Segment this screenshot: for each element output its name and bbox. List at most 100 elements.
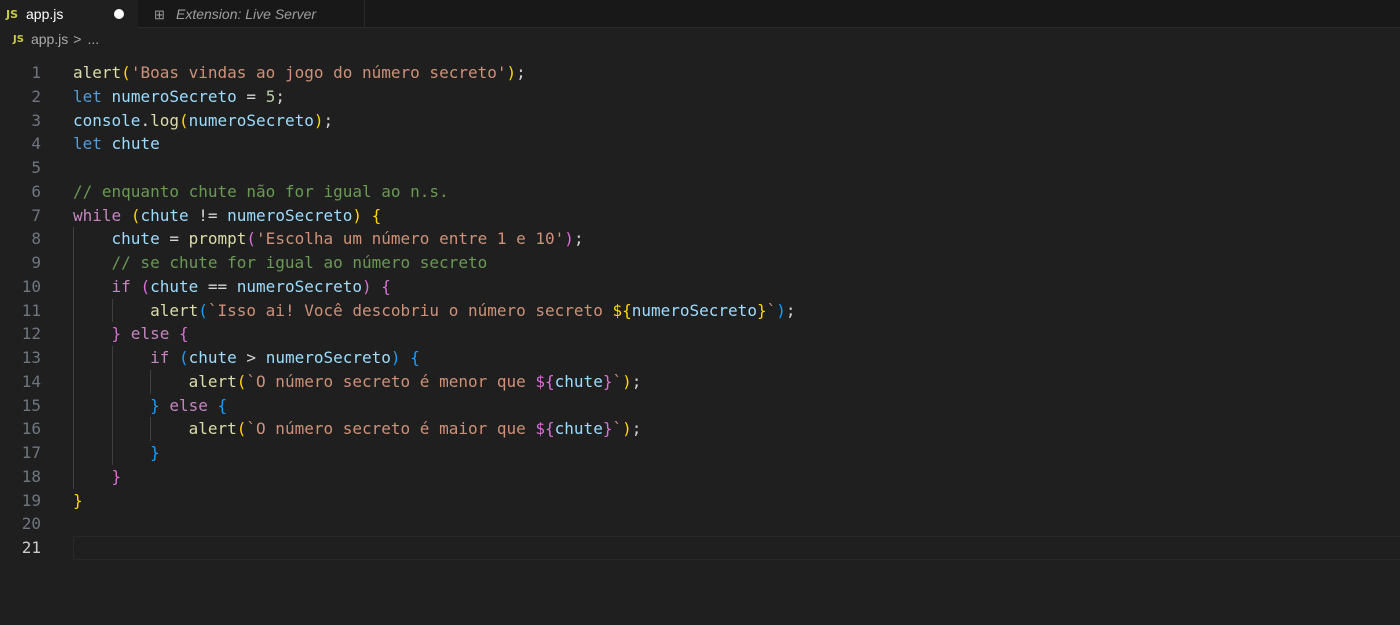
line-number: 21 <box>21 538 41 557</box>
code-token: else <box>159 395 218 415</box>
code-line[interactable]: 19} <box>0 489 1400 513</box>
code-line[interactable]: 18 } <box>0 464 1400 489</box>
code-token: ) <box>313 110 324 130</box>
code-line[interactable]: 11 alert(`Isso ai! Você descobriu o núme… <box>0 298 1400 323</box>
code-token: ) <box>622 419 632 439</box>
line-number: 5 <box>31 158 41 177</box>
line-number: 17 <box>21 443 41 462</box>
code-text: alert('Boas vindas ao jogo do número sec… <box>73 61 526 85</box>
code-token: chute <box>554 419 603 439</box>
tab-app-js[interactable]: JS app.js <box>0 0 138 28</box>
code-token: ; <box>323 110 334 130</box>
code-token: { <box>371 205 382 225</box>
code-line[interactable]: 15 } else { <box>0 393 1400 418</box>
code-token: } <box>111 324 122 344</box>
code-token: ) <box>622 371 632 391</box>
code-line[interactable]: 13 if (chute > numeroSecreto) { <box>0 346 1400 370</box>
code-token: } <box>150 443 160 462</box>
breadcrumb-more[interactable]: ... <box>87 31 99 47</box>
code-token: ( <box>178 110 189 130</box>
line-number: 1 <box>31 63 41 82</box>
code-token: ( <box>130 205 141 225</box>
code-token: > <box>236 348 266 367</box>
code-token: { <box>217 395 228 415</box>
code-editor[interactable]: 1 alert('Boas vindas ao jogo do número se… <box>0 61 1400 560</box>
code-token: numeroSecreto <box>236 276 363 296</box>
code-line[interactable]: 20 <box>0 512 1400 536</box>
code-line[interactable]: 7 while (chute != numeroSecreto) { <box>0 204 1400 228</box>
line-number: 14 <box>21 371 41 391</box>
code-token: ; <box>516 63 526 82</box>
code-line[interactable]: 2 let numeroSecreto = 5; <box>0 85 1400 109</box>
line-number: 10 <box>21 276 41 296</box>
code-text: let chute <box>73 132 160 156</box>
code-text: } else { <box>73 394 227 418</box>
code-token: alert <box>73 63 122 82</box>
code-token: alert <box>150 300 199 320</box>
code-token: 5 <box>265 86 276 106</box>
code-line[interactable]: 21 <box>0 536 1400 560</box>
code-token: `O número secreto é menor que <box>246 371 536 391</box>
code-token: log <box>150 110 179 130</box>
code-line[interactable]: 16 alert(`O número secreto é maior que $… <box>0 417 1400 441</box>
code-token: 'Escolha um número entre 1 e 10' <box>256 229 565 249</box>
tab-extension-live-server[interactable]: ⊞ Extension: Live Server <box>138 0 365 28</box>
code-text: let numeroSecreto = 5; <box>73 85 285 109</box>
code-line[interactable]: 8 chute = prompt('Escolha um número entr… <box>0 227 1400 251</box>
code-token: ) <box>506 63 517 82</box>
code-token: ( <box>236 419 247 439</box>
code-line[interactable]: 1 alert('Boas vindas ao jogo do número se… <box>0 61 1400 85</box>
code-token: ( <box>178 348 189 367</box>
code-text: if (chute == numeroSecreto) { <box>73 275 391 299</box>
code-token: // se chute for igual ao número secreto <box>111 253 488 272</box>
code-token: alert <box>188 371 237 391</box>
line-number: 19 <box>21 490 41 510</box>
code-text: } else { <box>73 322 189 346</box>
code-token: `Isso ai! Você descobriu o número secret… <box>207 300 613 320</box>
code-text: } <box>73 489 83 513</box>
code-line[interactable]: 17 } <box>0 441 1400 465</box>
code-token: ) <box>776 300 786 320</box>
code-token: numeroSecreto <box>265 348 391 367</box>
code-token: { <box>381 276 391 296</box>
breadcrumb: JS app.js > ... <box>0 28 1400 50</box>
code-token: ` <box>766 300 777 320</box>
code-token: ${ <box>535 371 555 391</box>
code-token: = <box>236 86 266 106</box>
code-token: 'Boas vindas ao jogo do número secreto' <box>130 63 507 82</box>
code-line[interactable]: 5 <box>0 156 1400 180</box>
code-line[interactable]: 4 let chute <box>0 132 1400 156</box>
line-number: 6 <box>31 181 41 201</box>
code-line[interactable]: 6 // enquanto chute não for igual ao n.s. <box>0 180 1400 204</box>
line-number: 2 <box>31 86 41 106</box>
current-line-highlight <box>73 536 1400 560</box>
tab-label: Extension: Live Server <box>176 5 317 22</box>
code-line[interactable]: 12 } else { <box>0 322 1400 346</box>
code-token: ( <box>236 371 247 391</box>
code-text: } <box>73 441 160 465</box>
code-line[interactable]: 9 // se chute for igual ao número secret… <box>0 251 1400 275</box>
code-token: ) <box>564 229 574 249</box>
code-line[interactable]: 10 if (chute == numeroSecreto) { <box>0 274 1400 299</box>
code-text: } <box>73 465 122 489</box>
breadcrumb-file[interactable]: app.js <box>31 31 68 47</box>
code-token: let <box>73 86 102 106</box>
code-line[interactable]: 3 console.log(numeroSecreto); <box>0 109 1400 133</box>
code-line[interactable]: 14 alert(`O número secreto é menor que $… <box>0 369 1400 394</box>
code-text: alert(`O número secreto é menor que ${ch… <box>73 370 642 394</box>
tab-bar-empty <box>365 0 1400 28</box>
code-token: console <box>73 110 141 130</box>
unsaved-dot-icon[interactable] <box>114 9 124 19</box>
code-token: else <box>121 324 179 344</box>
line-number: 11 <box>21 300 41 320</box>
